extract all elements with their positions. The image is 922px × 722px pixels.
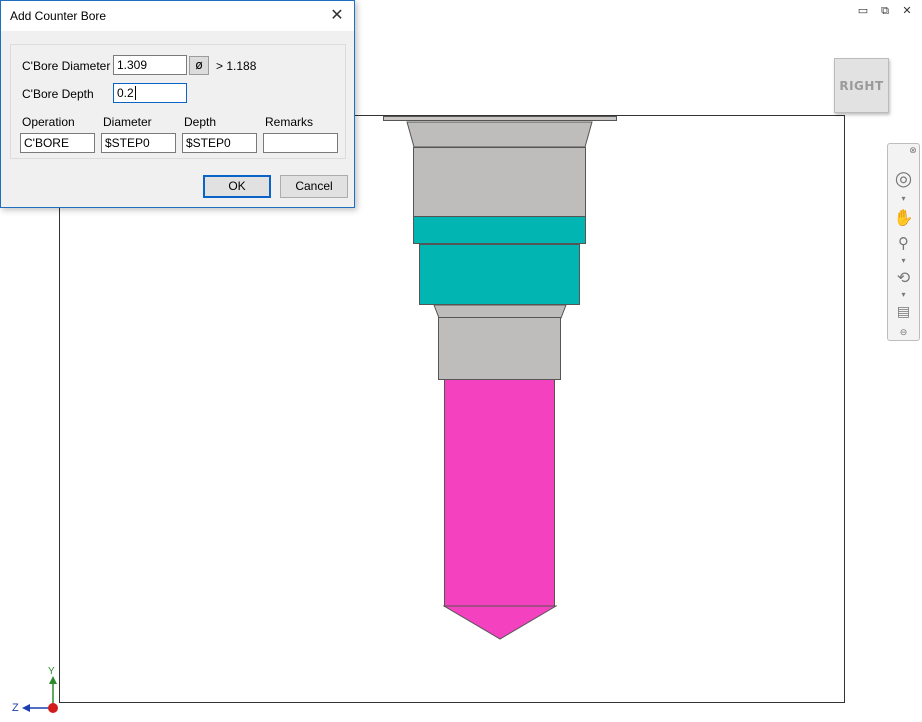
operation-input[interactable]: C'BORE [20,133,95,153]
viewcube-face-label: RIGHT [839,78,884,93]
chevron-down-icon[interactable]: ▾ [888,256,919,265]
diameter-symbol-button[interactable]: ø [189,56,209,75]
column-header-depth: Depth [184,115,217,129]
orbit-icon[interactable]: ⟲ [888,268,919,287]
cbore-depth-label: C'Bore Depth [22,87,94,101]
showmotion-icon[interactable]: ▤ [888,304,919,320]
tool-body-teal-upper [413,216,586,244]
navigation-bar: ⊗ ◎ ▾ ✋ ⚲ ▾ ⟲ ▾ ▤ ⊖ [887,143,920,341]
column-header-diameter: Diameter [103,115,152,129]
cbore-diameter-input[interactable]: 1.309 [113,55,187,75]
cancel-button[interactable]: Cancel [280,175,348,198]
restore-icon[interactable]: ⧉ [878,4,892,18]
zoom-icon[interactable]: ⚲ [888,234,919,252]
column-header-remarks: Remarks [265,115,314,129]
tool-body-teal-lower [419,244,580,305]
tool-body-gray-upper [413,147,586,217]
steering-wheel-icon[interactable]: ◎ [888,166,919,190]
chevron-down-icon[interactable]: ▾ [888,290,919,299]
menu-icon[interactable]: ⊖ [888,328,919,338]
dialog-titlebar[interactable]: Add Counter Bore ✕ [1,1,354,31]
window-controls: ▭ ⧉ ✕ [856,4,914,18]
column-header-operation: Operation [22,115,75,129]
add-counter-bore-dialog: Add Counter Bore ✕ C'Bore Diameter 1.309… [0,0,355,208]
diameter-input[interactable]: $STEP0 [101,133,176,153]
minimize-icon[interactable]: ▭ [856,4,870,18]
navbar-close-icon[interactable]: ⊗ [908,146,918,156]
chevron-down-icon[interactable]: ▾ [888,194,919,203]
ok-button[interactable]: OK [203,175,271,198]
tool-chamfer [406,121,593,148]
tool-drill-body [444,379,555,607]
cbore-depth-value: 0.2 [117,86,134,100]
cbore-diameter-label: C'Bore Diameter [22,59,111,73]
depth-input[interactable]: $STEP0 [182,133,257,153]
dialog-title: Add Counter Bore [10,9,107,23]
viewcube[interactable]: RIGHT [834,58,889,113]
axis-y-label: Y [48,666,55,677]
tool-drill-tip [443,605,557,640]
pan-icon[interactable]: ✋ [888,208,919,227]
cbore-diameter-hint: > 1.188 [216,59,257,73]
text-caret [134,86,136,100]
close-icon[interactable]: ✕ [900,4,914,18]
cbore-depth-input[interactable]: 0.2 [113,83,187,103]
tool-body-gray-lower [438,317,561,380]
remarks-input[interactable] [263,133,338,153]
close-icon[interactable]: ✕ [328,6,346,24]
axis-z-label: Z [12,702,19,714]
